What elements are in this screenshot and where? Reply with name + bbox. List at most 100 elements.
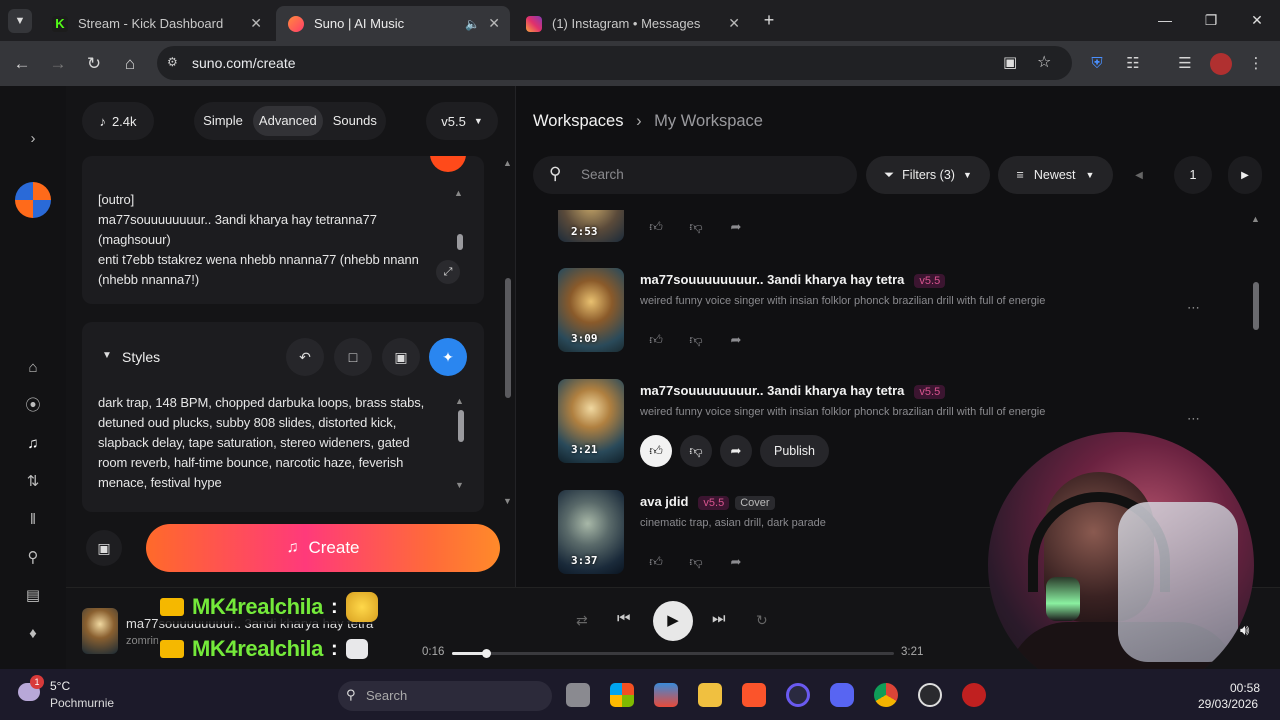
weather-widget[interactable]: 1 5°C Pochmurnie [14,675,154,713]
close-tab-icon[interactable]: ✕ [488,15,500,32]
new-tab-icon[interactable]: + [758,9,780,31]
progress-knob[interactable] [481,649,491,658]
scroll-up-arrow-icon[interactable]: ▲ [454,188,463,198]
share-icon[interactable]: ➦ [720,546,752,578]
like-icon[interactable]: 👍︎ [640,211,672,243]
file-explorer-icon[interactable] [698,683,722,707]
create-nav-icon[interactable]: ♫ [22,433,44,455]
like-icon[interactable]: 👍︎ [640,546,672,578]
more-options-icon[interactable]: ⋯ [1187,411,1200,427]
like-icon[interactable]: 👍︎ [640,435,672,467]
play-button[interactable]: ▶ [653,601,693,641]
dislike-icon[interactable]: 👎︎ [680,211,712,243]
panel-scroll-down-icon[interactable]: ▼ [503,496,512,506]
home-nav-icon[interactable]: ⌂ [22,357,44,379]
dislike-icon[interactable]: 👎︎ [680,324,712,356]
restore-icon[interactable]: ❐ [1196,8,1226,32]
speaker-icon[interactable]: 🔈 [465,17,480,31]
clip-title[interactable]: ma77souuuuuuuur.. 3andi kharya hay tetra… [640,272,946,288]
bookmark-star-icon[interactable]: ☆ [1037,52,1051,72]
dislike-icon[interactable]: 👎︎ [680,546,712,578]
bookmark-icon[interactable]: □ [334,338,372,376]
install-app-icon[interactable]: ▣ [1003,53,1017,71]
chrome-icon[interactable] [874,683,898,707]
extensions-puzzle-icon[interactable]: ☷ [1121,52,1145,76]
library-nav-icon[interactable]: ‖ [22,509,44,531]
lyrics-scrollbar[interactable] [457,234,463,250]
publish-button[interactable]: Publish [760,435,829,467]
like-icon[interactable]: 👍︎ [640,324,672,356]
site-info-icon[interactable]: ⚙ [167,55,178,69]
studio-nav-icon[interactable]: ⇅ [22,471,44,493]
tab-kick-dashboard[interactable]: K Stream - Kick Dashboard ✕ [40,6,272,41]
profile-avatar-icon[interactable] [1210,53,1232,75]
version-select[interactable]: v5.5 ▼ [426,102,498,140]
share-icon[interactable]: ➦ [720,211,752,243]
chrome-menu-icon[interactable]: ⋮ [1244,52,1268,76]
tab-instagram[interactable]: (1) Instagram • Messages ✕ [514,6,750,41]
expand-chevron-icon[interactable]: › [22,128,44,150]
prev-page-button[interactable]: ◀ [1123,156,1155,194]
forward-icon[interactable]: → [45,51,71,77]
clip-thumbnail[interactable]: 3:37 [558,490,624,574]
clip-thumbnail[interactable]: 3:09 [558,268,624,352]
share-icon[interactable]: ➦ [720,324,752,356]
undo-icon[interactable]: ↶ [286,338,324,376]
scroll-down-arrow-icon[interactable]: ▼ [455,480,464,490]
window-close-icon[interactable]: ✕ [1242,8,1272,32]
address-bar[interactable]: ⚙ suno.com/create ▣ ☆ [157,46,1072,80]
store-icon[interactable] [654,683,678,707]
cortana-icon[interactable] [786,683,810,707]
panel-scroll-up-icon[interactable]: ▲ [503,158,512,168]
dislike-icon[interactable]: 👎︎ [680,435,712,467]
clock-date[interactable]: 29/03/2026 [1198,697,1258,711]
credits-badge[interactable]: ♪ 2.4k [82,102,154,140]
tab-search-icon[interactable]: ▼ [8,9,32,33]
player-thumbnail[interactable] [82,608,118,654]
minimize-icon[interactable]: — [1150,8,1180,32]
more-options-icon[interactable]: ⋯ [1187,300,1200,316]
create-button[interactable]: ♫ Create [146,524,500,572]
scroll-up-arrow-icon[interactable]: ▲ [455,396,464,406]
search-nav-icon[interactable]: ⚲ [22,547,44,569]
home-icon[interactable]: ⌂ [117,51,143,77]
breadcrumb-current[interactable]: My Workspace [654,112,763,130]
media-controls-icon[interactable]: ☰ [1173,52,1197,76]
notifications-bell-icon[interactable]: ♦ [22,623,44,645]
clear-trash-icon[interactable]: ▣ [86,530,122,566]
search-input[interactable]: ⚲ Search [533,156,857,194]
reload-icon[interactable]: ↻ [81,51,107,77]
close-tab-icon[interactable]: ✕ [728,15,740,32]
expand-icon[interactable]: ⤢ [436,260,460,284]
clip-title[interactable]: ava jdid v5.5 Cover [640,494,775,510]
mode-advanced[interactable]: Advanced [252,106,323,136]
back-icon[interactable]: ← [9,51,35,77]
clip-title[interactable]: ma77souuuuuuuur.. 3andi kharya hay tetra… [640,383,946,399]
brave-icon[interactable] [742,683,766,707]
shuffle-icon[interactable]: ⇄ [576,612,588,629]
breadcrumb-root[interactable]: Workspaces [533,112,623,130]
app-icon[interactable] [962,683,986,707]
volume-icon[interactable]: 🔊︎ [1240,622,1249,639]
extension-shield-icon[interactable]: ⛨ [1085,52,1109,76]
list-scrollbar[interactable] [1253,282,1259,330]
taskbar-search[interactable]: ⚲ Search [338,681,552,711]
mode-simple[interactable]: Simple [197,106,249,136]
progress-track[interactable] [452,649,894,658]
magic-wand-icon[interactable]: ✦ [429,338,467,376]
suno-logo-icon[interactable] [15,182,51,218]
task-view-icon[interactable] [566,683,590,707]
explore-nav-icon[interactable]: ⦿ [22,395,44,417]
clip-thumbnail[interactable]: 2:53 [558,210,624,242]
collapse-chevron-icon[interactable]: ▼ [102,350,112,361]
list-scroll-up-icon[interactable]: ▲ [1251,214,1260,224]
mode-sounds[interactable]: Sounds [327,106,383,136]
discord-icon[interactable] [830,683,854,707]
repeat-icon[interactable]: ↻ [756,612,768,629]
panel-scrollbar[interactable] [505,278,511,398]
hooks-nav-icon[interactable]: ▤ [22,585,44,607]
player-artist[interactable]: zomrin [126,635,159,647]
obs-icon[interactable] [918,683,942,707]
previous-track-icon[interactable]: ⏮ [617,610,631,627]
next-page-button[interactable]: ▶ [1228,156,1262,194]
